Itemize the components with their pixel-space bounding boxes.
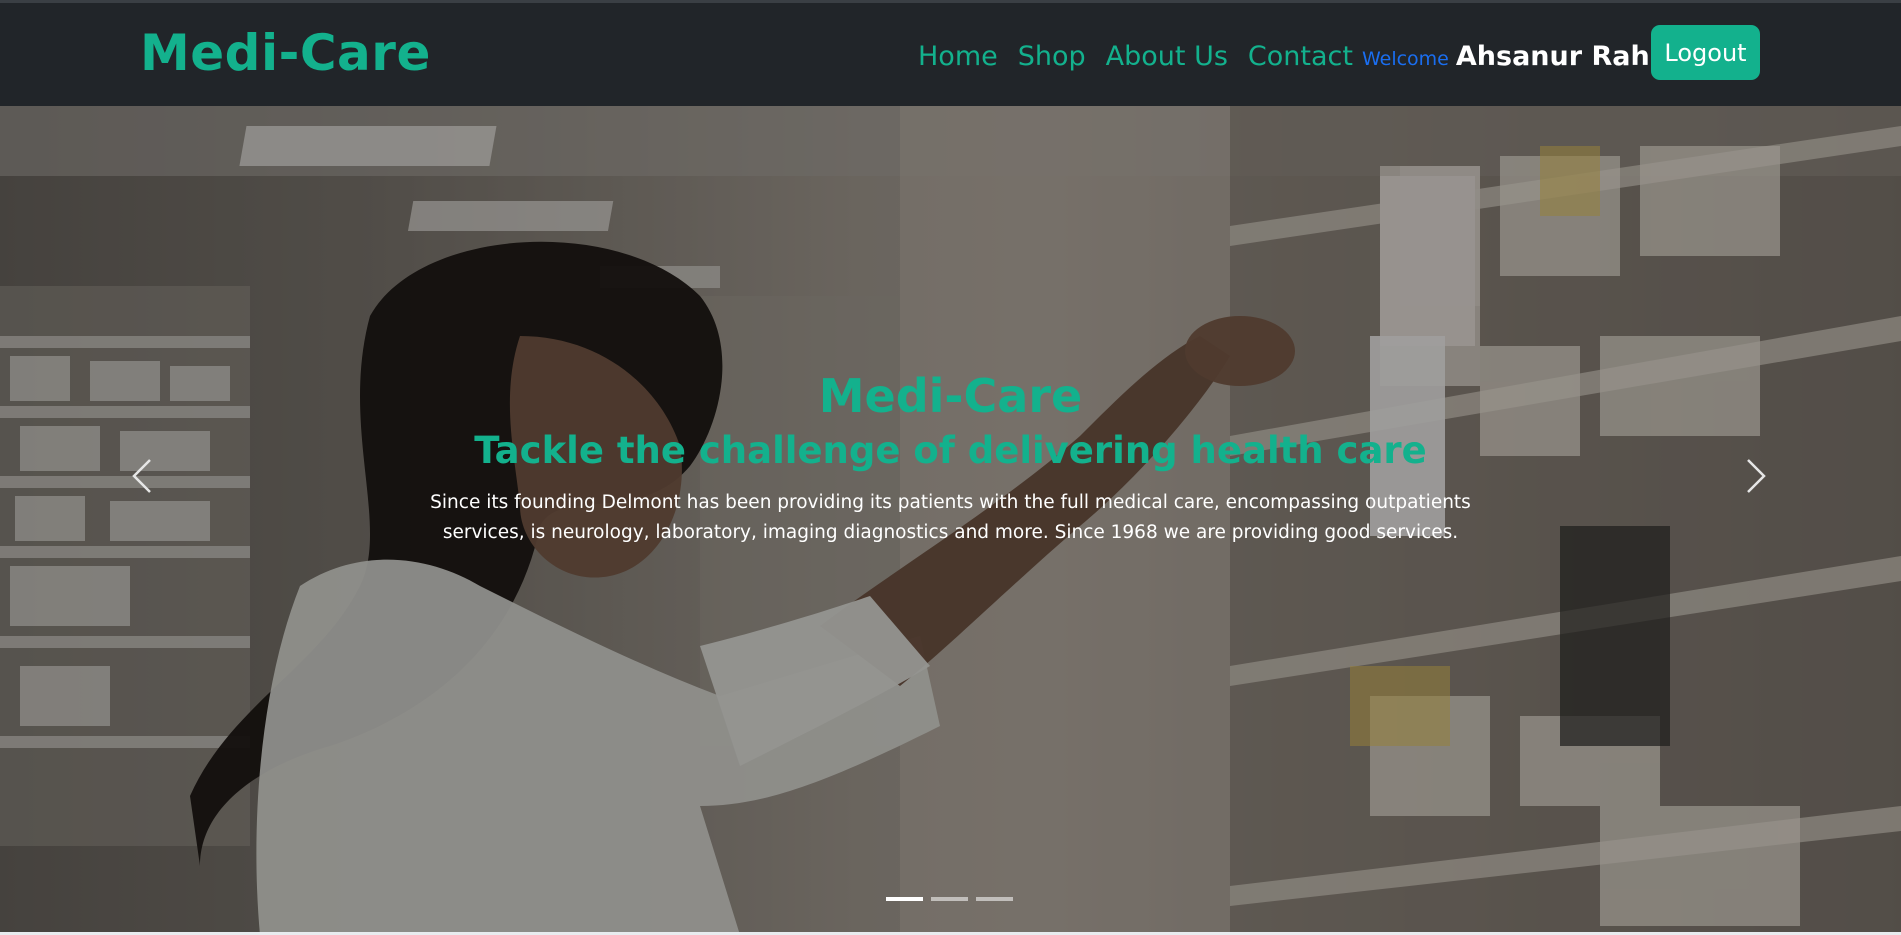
welcome-label: Welcome — [1361, 48, 1449, 70]
nav-links: Home Shop About Us Contact Welcome Ahsan… — [918, 39, 1715, 75]
page: Medi-Care Home Shop About Us Contact Wel… — [0, 0, 1901, 935]
chevron-left-icon — [132, 459, 151, 493]
nav-link-contact[interactable]: Contact — [1248, 39, 1353, 75]
chevron-right-icon — [1747, 459, 1766, 493]
carousel-indicators — [886, 897, 1021, 901]
carousel-caption: Medi-Care Tackle the challenge of delive… — [300, 366, 1601, 548]
hero-carousel: Medi-Care Tackle the challenge of delive… — [0, 106, 1901, 935]
carousel-next-button[interactable] — [1736, 446, 1776, 506]
nav-link-shop[interactable]: Shop — [1018, 39, 1086, 75]
logout-button[interactable]: Logout — [1651, 25, 1760, 80]
navbar: Medi-Care Home Shop About Us Contact Wel… — [0, 0, 1901, 106]
carousel-indicator-3[interactable] — [976, 897, 1013, 901]
hero-subtitle: Tackle the challenge of delivering healt… — [474, 429, 1427, 472]
carousel-indicator-2[interactable] — [931, 897, 968, 901]
nav-link-about-us[interactable]: About Us — [1106, 39, 1228, 75]
hero-title: Medi-Care — [818, 369, 1083, 423]
carousel-prev-button[interactable] — [122, 446, 162, 506]
hero-description: Since its founding Delmont has been prov… — [430, 492, 1471, 543]
nav-link-home[interactable]: Home — [918, 39, 998, 75]
carousel-indicator-1[interactable] — [886, 897, 923, 901]
brand-logo[interactable]: Medi-Care — [140, 21, 431, 85]
